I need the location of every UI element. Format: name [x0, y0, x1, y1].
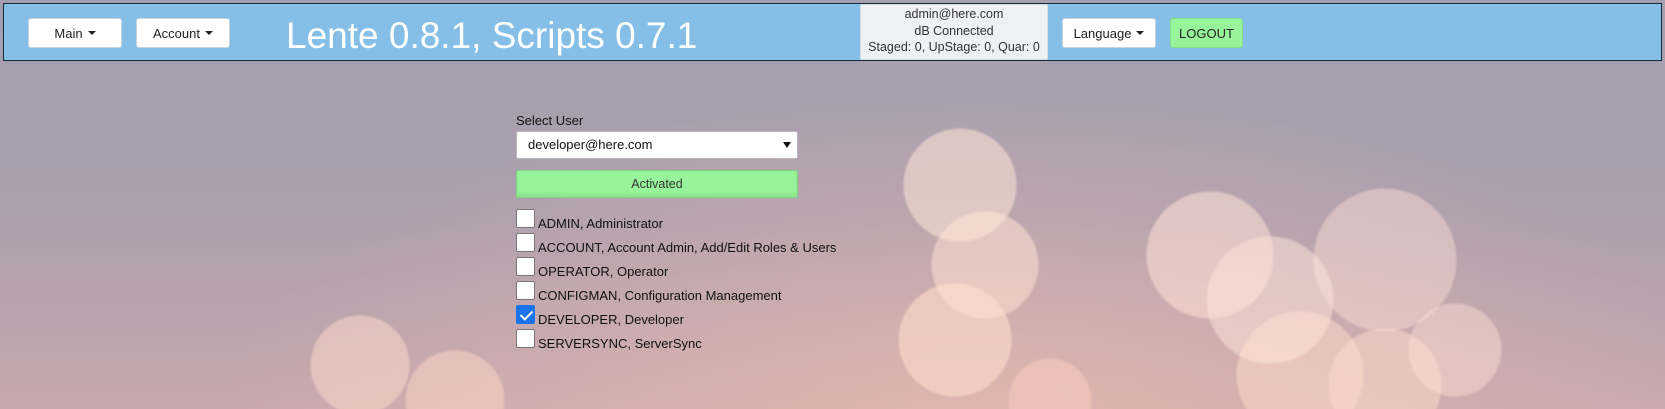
role-checkbox-operator[interactable] — [516, 257, 535, 276]
role-label-operator: OPERATOR, Operator — [538, 264, 669, 279]
user-roles-form: Select User developer@here.com Activated… — [516, 112, 836, 351]
role-label-admin: ADMIN, Administrator — [538, 216, 663, 231]
role-label-serversync: SERVERSYNC, ServerSync — [538, 336, 702, 351]
language-menu-label: Language — [1073, 25, 1132, 41]
role-checkbox-serversync[interactable] — [516, 329, 535, 348]
activation-status-button[interactable]: Activated — [516, 170, 798, 198]
logout-button[interactable]: LOGOUT — [1170, 18, 1243, 48]
logged-in-user: admin@here.com — [904, 7, 1004, 21]
select-user-label: Select User — [516, 113, 584, 128]
role-label-developer: DEVELOPER, Developer — [538, 312, 684, 327]
role-label-configman: CONFIGMAN, Configuration Management — [538, 288, 782, 303]
dropdown-arrow-icon — [783, 142, 791, 148]
role-checkbox-admin[interactable] — [516, 209, 535, 228]
role-item-configman: CONFIGMAN, Configuration Management — [516, 280, 846, 304]
top-navbar: Main Account Lente 0.8.1, Scripts 0.7.1 … — [3, 3, 1662, 61]
role-item-serversync: SERVERSYNC, ServerSync — [516, 328, 846, 352]
user-select[interactable]: developer@here.com — [516, 131, 798, 159]
selected-user-value: developer@here.com — [528, 137, 653, 152]
role-checkbox-account[interactable] — [516, 233, 535, 252]
app-title: Lente 0.8.1, Scripts 0.7.1 — [286, 15, 698, 56]
account-menu-label: Account — [153, 25, 200, 41]
role-item-developer: DEVELOPER, Developer — [516, 304, 846, 328]
role-checkbox-configman[interactable] — [516, 281, 535, 300]
db-status: dB Connected — [914, 23, 994, 38]
caret-down-icon — [87, 31, 96, 35]
role-item-account: ACCOUNT, Account Admin, Add/Edit Roles &… — [516, 232, 846, 256]
connection-status-panel: admin@here.com dB Connected Staged: 0, U… — [860, 4, 1048, 60]
caret-down-icon — [1136, 31, 1145, 35]
role-list: ADMIN, Administrator ACCOUNT, Account Ad… — [516, 208, 846, 352]
main-menu-button[interactable]: Main — [28, 18, 122, 48]
queue-counts: Staged: 0, UpStage: 0, Quar: 0 — [868, 40, 1040, 54]
main-menu-label: Main — [54, 25, 83, 41]
account-menu-button[interactable]: Account — [136, 18, 230, 48]
role-item-operator: OPERATOR, Operator — [516, 256, 846, 280]
role-label-account: ACCOUNT, Account Admin, Add/Edit Roles &… — [538, 240, 837, 255]
language-menu-button[interactable]: Language — [1062, 18, 1156, 48]
role-checkbox-developer[interactable] — [516, 305, 535, 324]
role-item-admin: ADMIN, Administrator — [516, 208, 846, 232]
caret-down-icon — [204, 31, 213, 35]
